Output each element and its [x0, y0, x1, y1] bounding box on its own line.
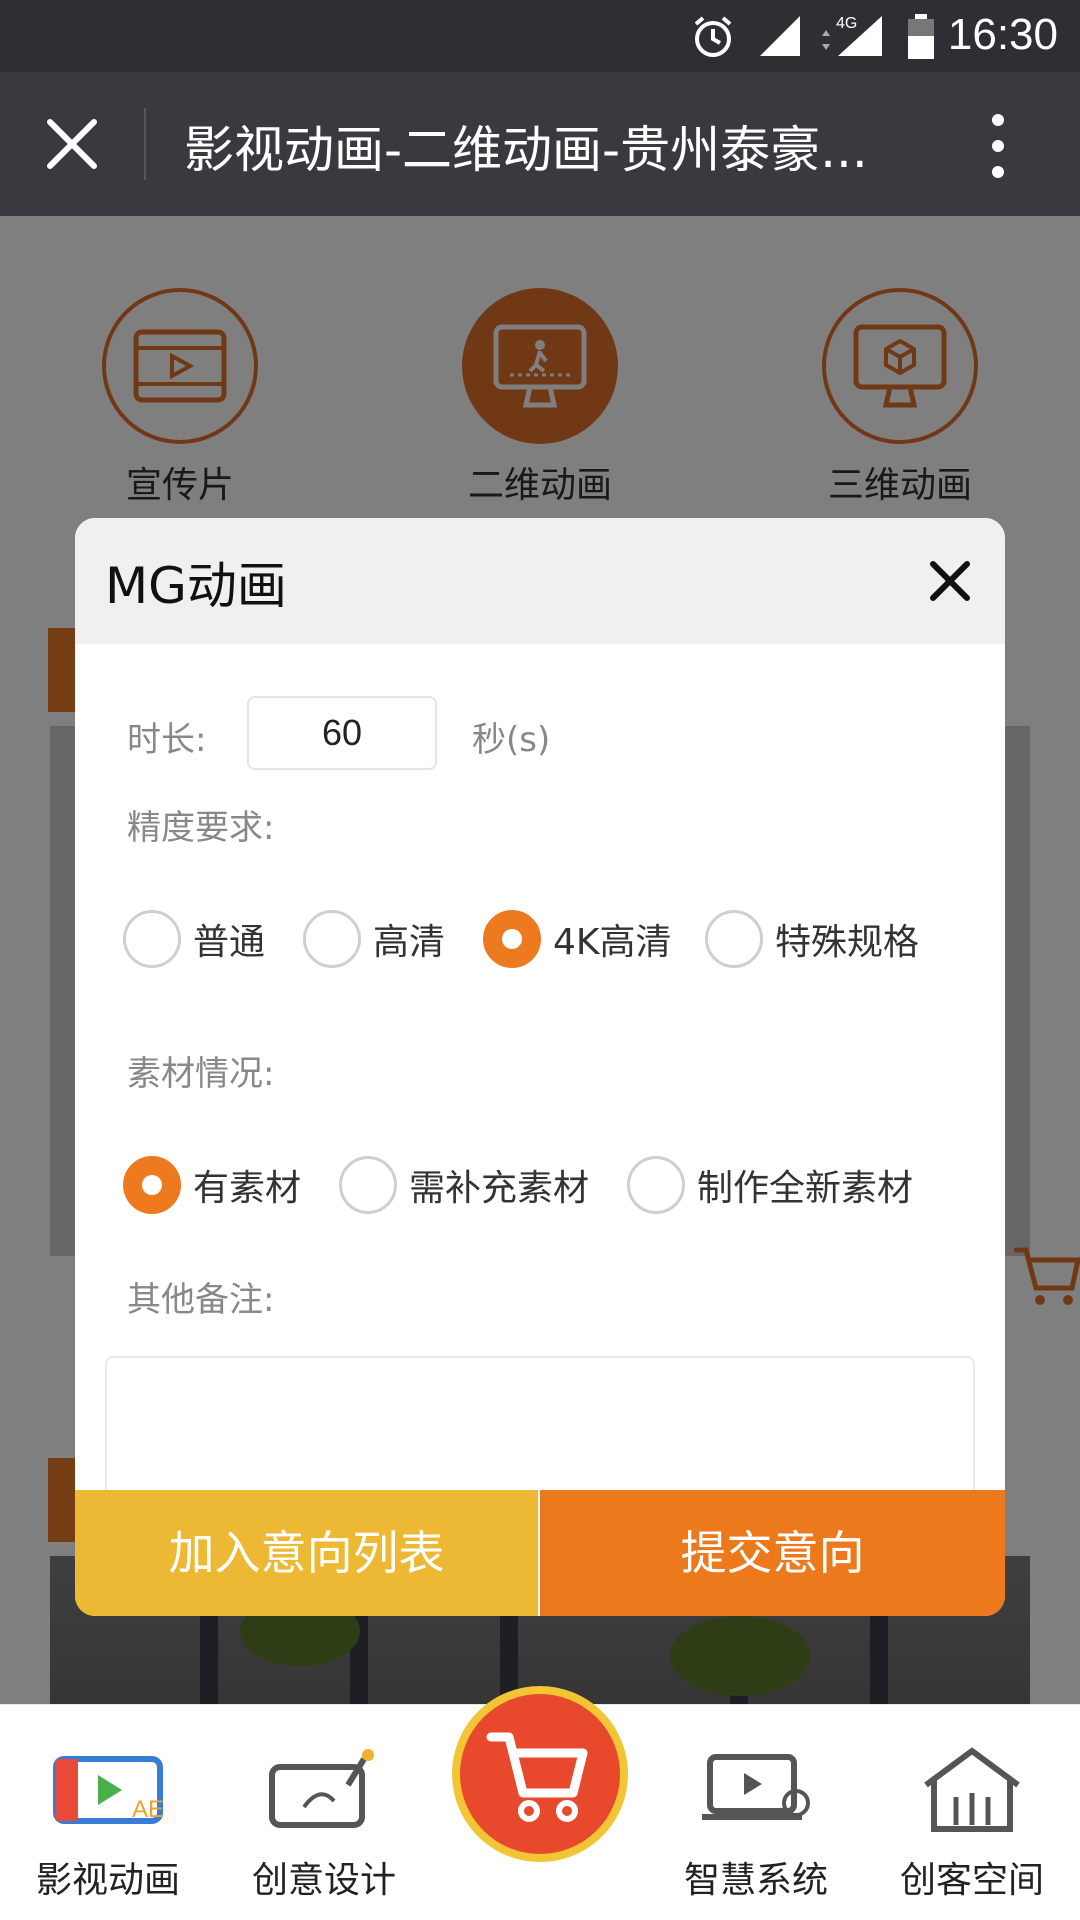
radio-material-supplement[interactable]: 需补充素材	[339, 1156, 589, 1214]
close-icon[interactable]	[925, 556, 975, 606]
radio-precision-4k[interactable]: 4K高清	[483, 910, 672, 968]
radio-circle	[627, 1156, 685, 1214]
dialog-title: MG动画	[105, 557, 287, 615]
title-divider	[144, 108, 146, 180]
signal-4g-icon: 4G	[822, 15, 882, 56]
nav-label: 创意设计	[251, 1860, 396, 1901]
design-tablet-icon	[269, 1749, 374, 1828]
precision-label: 精度要求:	[127, 808, 275, 848]
shopping-cart-icon	[486, 1732, 588, 1822]
radio-precision-hd[interactable]: 高清	[303, 910, 445, 968]
nav-label: 创客空间	[899, 1860, 1044, 1901]
nav-item-maker-space[interactable]: 创客空间	[882, 1745, 1062, 1903]
radio-label: 需补充素材	[409, 1168, 590, 1209]
nav-item-smart-system[interactable]: 智慧系统	[666, 1745, 846, 1903]
radio-circle	[303, 910, 361, 968]
radio-precision-special[interactable]: 特殊规格	[705, 910, 919, 968]
status-bar: 4G 16:30	[0, 0, 1080, 72]
submit-button[interactable]: 提交意向	[540, 1490, 1005, 1616]
close-icon[interactable]	[42, 114, 102, 174]
svg-text:AE: AE	[132, 1796, 164, 1823]
radio-material-new[interactable]: 制作全新素材	[627, 1156, 913, 1214]
nav-label: 影视动画	[35, 1860, 180, 1901]
radio-label: 制作全新素材	[697, 1168, 914, 1209]
maker-space-icon	[924, 1747, 1020, 1832]
nav-item-creative-design[interactable]: 创意设计	[234, 1745, 414, 1903]
radio-material-have[interactable]: 有素材	[123, 1156, 301, 1214]
duration-input[interactable]: 60	[247, 696, 437, 770]
radio-label: 普通	[193, 922, 266, 963]
cart-button[interactable]	[452, 1686, 628, 1862]
dialog-header: MG动画	[75, 518, 1005, 644]
smart-system-icon	[702, 1754, 810, 1820]
dialog-body: 时长: 60 秒(s) 精度要求: 普通 高清 4K高清 特殊规格 素材情况: …	[75, 644, 1005, 1516]
radio-circle	[123, 1156, 181, 1214]
radio-circle	[483, 910, 541, 968]
radio-label: 特殊规格	[775, 922, 920, 963]
duration-unit: 秒(s)	[472, 720, 551, 760]
radio-label: 有素材	[193, 1168, 302, 1209]
nav-label: 智慧系统	[683, 1860, 828, 1901]
radio-label: 4K高清	[553, 922, 672, 963]
radio-label: 高清	[373, 922, 446, 963]
svg-text:4G: 4G	[836, 15, 857, 32]
status-time: 16:30	[947, 10, 1058, 59]
duration-label: 时长:	[127, 720, 207, 760]
nav-item-film-animation[interactable]: AE 影视动画	[18, 1745, 198, 1903]
radio-precision-normal[interactable]: 普通	[123, 910, 265, 968]
add-to-list-button[interactable]: 加入意向列表	[75, 1490, 540, 1616]
radio-circle	[123, 910, 181, 968]
battery-icon	[908, 14, 934, 59]
notes-label: 其他备注:	[127, 1280, 275, 1320]
title-bar: 影视动画-二维动画-贵州泰豪...	[0, 72, 1080, 216]
material-label: 素材情况:	[127, 1054, 275, 1094]
more-vertical-icon[interactable]	[980, 110, 1016, 182]
radio-circle	[339, 1156, 397, 1214]
dialog-footer: 加入意向列表 提交意向	[75, 1490, 1005, 1616]
mg-animation-dialog: MG动画 时长: 60 秒(s) 精度要求: 普通 高清 4K高清 特殊规格 素…	[75, 518, 1005, 1616]
film-animation-icon: AE	[53, 1756, 164, 1824]
page-title: 影视动画-二维动画-贵州泰豪...	[184, 121, 868, 179]
signal-icon	[760, 16, 800, 56]
alarm-icon	[694, 16, 732, 57]
radio-circle	[705, 910, 763, 968]
